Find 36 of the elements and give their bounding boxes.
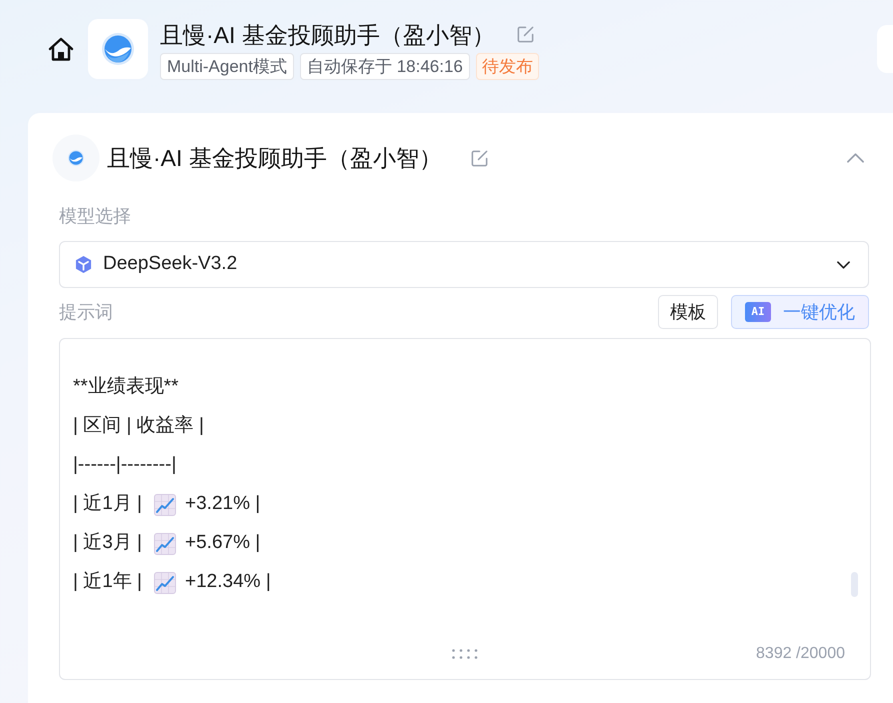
- edit-icon[interactable]: [470, 148, 489, 168]
- prompt-line: | 区间 | 收益率 |: [73, 414, 204, 438]
- field-label: 模型选择: [59, 205, 131, 228]
- ai-badge: AI: [745, 302, 771, 322]
- drag-handle-icon[interactable]: [452, 649, 478, 659]
- prompt-line: | 近1月 |: [73, 492, 142, 516]
- chart-increasing-icon: [154, 572, 176, 594]
- status-tag: 待发布: [476, 53, 539, 80]
- chevron-down-icon[interactable]: [837, 260, 850, 268]
- chart-increasing-icon: [154, 532, 176, 554]
- optimize-label: 一键优化: [783, 300, 855, 324]
- app-title: 且慢·AI 基金投顾助手（盈小智）: [160, 20, 495, 50]
- prompt-line: **业绩表现**: [73, 375, 179, 400]
- model-select[interactable]: DeepSeek-V3.2: [59, 241, 869, 288]
- prompt-line: +5.67% |: [185, 531, 260, 556]
- cube-icon: [75, 255, 92, 274]
- home-icon[interactable]: [48, 37, 74, 61]
- prompt-line: | 近3月 |: [73, 531, 142, 556]
- prompt-line: |------|--------|: [73, 453, 176, 478]
- app-logo-icon: [88, 19, 148, 79]
- edit-icon[interactable]: [516, 25, 535, 44]
- prompt-line: +3.21% |: [185, 492, 260, 516]
- prompt-field[interactable]: **业绩表现** | 区间 | 收益率 | |------|--------| | 近1月 | +3.21% | | 近3月 | +5.67% | | 近1年 | +12.34% | 8392 /20000: [59, 338, 871, 680]
- model-name: DeepSeek-V3.2: [103, 252, 238, 276]
- prompt-line: | 近1年 |: [73, 570, 142, 594]
- collapse-chevron-icon[interactable]: [847, 153, 864, 163]
- agent-logo-icon: [52, 134, 100, 182]
- scrollbar-thumb[interactable]: [851, 572, 858, 597]
- field-label: 提示词: [59, 301, 113, 324]
- template-button[interactable]: 模板: [658, 295, 718, 329]
- agent-name: 且慢·AI 基金投顾助手（盈小智）: [107, 144, 442, 173]
- char-counter: 8392 /20000: [756, 645, 845, 663]
- prompt-line: +12.34% |: [185, 570, 271, 594]
- chart-increasing-icon: [154, 494, 176, 516]
- info-tag: Multi-Agent模式: [160, 53, 294, 80]
- info-tag: 自动保存于 18:46:16: [300, 53, 470, 80]
